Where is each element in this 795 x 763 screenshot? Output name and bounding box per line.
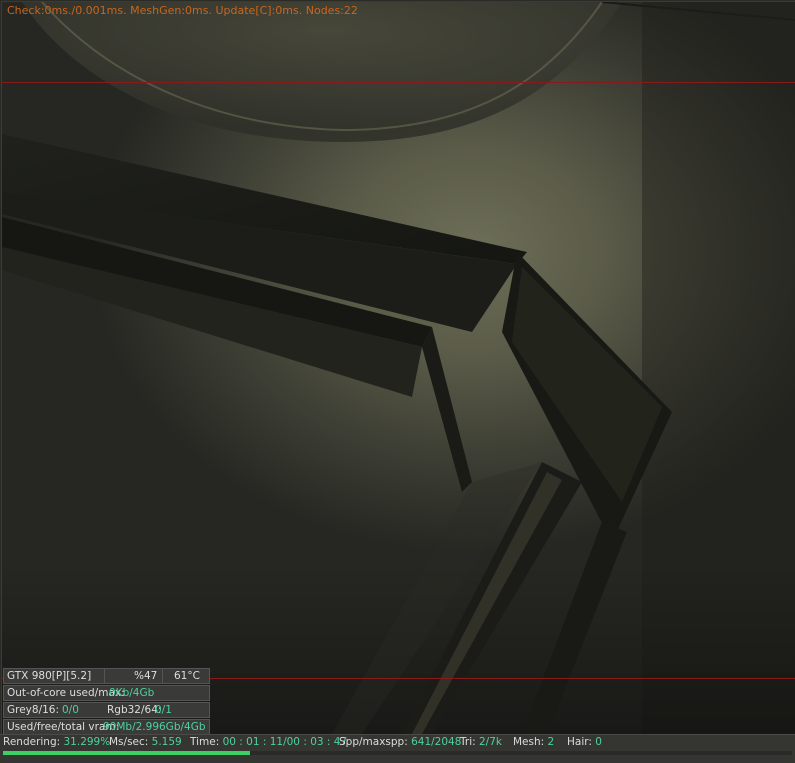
time-status: Time: 00 : 01 : 11/00 : 03 : 47 [190,736,347,748]
spp-value: 641/2048 [411,736,462,748]
rendering-label: Rendering: [3,736,61,748]
vram-row: Used/free/total vram: 90Mb/2.996Gb/4Gb [3,719,210,734]
tri-label: Tri: [460,736,476,748]
rgb-value: 0/1 [155,704,172,716]
render-progress-fill [3,751,250,755]
ms-label: Ms/sec: [109,736,149,748]
gpu-divider-2 [162,669,163,683]
mesh-label: Mesh: [513,736,545,748]
rgb-label: Rgb32/64: [107,704,162,716]
ms-per-sec-status: Ms/sec: 5.159 [109,736,182,748]
hair-status: Hair: 0 [567,736,602,748]
spp-status: Spp/maxspp: 641/2048 [339,736,461,748]
gpu-device-name: GTX 980[P][5.2] [7,670,92,682]
time-value: 00 : 01 : 11/00 : 03 : 47 [222,736,348,748]
region-top-line [2,82,795,83]
rendering-status: Rendering: 31.299% [3,736,110,748]
render-viewport[interactable]: Check:0ms./0.001ms. MeshGen:0ms. Update[… [1,1,795,735]
vram-value: 90Mb/2.996Gb/4Gb [103,721,206,733]
ms-value: 5.159 [151,736,182,748]
out-of-core-row: Out-of-core used/max: 0Kb/4Gb [3,685,210,701]
render-stats-text: Check:0ms./0.001ms. MeshGen:0ms. Update[… [7,4,358,17]
gpu-device-row: GTX 980[P][5.2] %47 61°C [3,668,210,684]
grey-value: 0/0 [62,704,79,716]
out-of-core-label: Out-of-core used/max: [7,687,125,699]
gpu-usage: %47 [134,670,158,682]
texture-count-row: Grey8/16: 0/0 Rgb32/64: 0/1 [3,702,210,718]
grey-label: Grey8/16: [7,704,60,716]
render-progress-bar [3,751,792,755]
mesh-value: 2 [547,736,555,748]
hair-label: Hair: [567,736,592,748]
gpu-temperature: 61°C [174,670,200,682]
time-label: Time: [190,736,220,748]
gpu-divider [104,669,105,683]
render-status-bar: Rendering: 31.299% Ms/sec: 5.159 Time: 0… [0,734,795,763]
rendered-scene [2,2,795,734]
tri-value: 2/7k [479,736,502,748]
out-of-core-value: 0Kb/4Gb [109,687,155,699]
mesh-status: Mesh: 2 [513,736,554,748]
tri-status: Tri: 2/7k [460,736,502,748]
hair-value: 0 [595,736,602,748]
rendering-value: 31.299% [63,736,111,748]
spp-label: Spp/maxspp: [339,736,408,748]
